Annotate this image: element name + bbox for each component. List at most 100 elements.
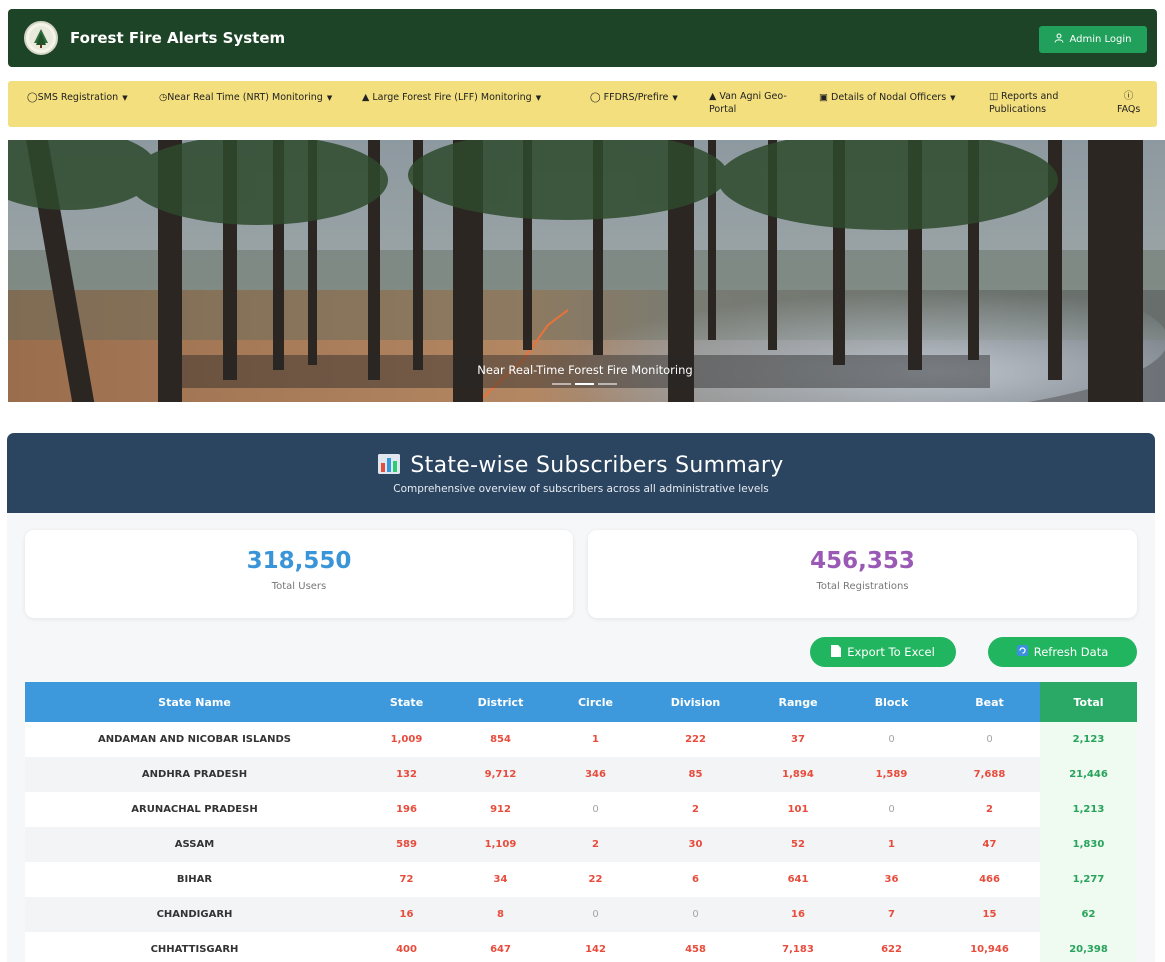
count-cell: 15 (939, 897, 1040, 932)
count-cell: 47 (939, 827, 1040, 862)
count-cell: 2 (939, 792, 1040, 827)
nav-van-agni-geo-portal[interactable]: ▲ Van Agni Geo- Portal (709, 90, 787, 116)
carousel-dot-active[interactable] (575, 383, 594, 385)
count-cell: 9,712 (449, 757, 552, 792)
count-cell: 2 (639, 792, 752, 827)
column-header[interactable]: Circle (552, 682, 639, 722)
count-cell: 22 (552, 862, 639, 897)
question-icon: ⓘ (1123, 91, 1134, 102)
count-cell: 589 (364, 827, 449, 862)
state-name-cell: ANDHRA PRADESH (25, 757, 364, 792)
total-cell: 21,446 (1040, 757, 1137, 792)
count-cell: 222 (639, 722, 752, 757)
shield-icon: ◯ (590, 92, 601, 103)
count-cell: 1,009 (364, 722, 449, 757)
total-cell: 1,830 (1040, 827, 1137, 862)
document-icon (831, 644, 842, 660)
chevron-down-icon: ▼ (950, 94, 956, 102)
admin-login-button[interactable]: Admin Login (1039, 26, 1147, 53)
count-cell: 7,688 (939, 757, 1040, 792)
count-cell: 85 (639, 757, 752, 792)
chevron-down-icon: ▼ (326, 94, 333, 102)
count-cell: 0 (552, 792, 639, 827)
total-cell: 20,398 (1040, 932, 1137, 962)
count-cell: 0 (844, 722, 939, 757)
total-cell: 1,213 (1040, 792, 1137, 827)
column-header[interactable]: District (449, 682, 552, 722)
table-row: ANDAMAN AND NICOBAR ISLANDS 1,009 854 1 222 3… (25, 722, 1137, 757)
app-title: Forest Fire Alerts System (70, 29, 286, 47)
nav-sms-registration[interactable]: ◯SMS Registration ▼ (27, 91, 128, 105)
table-row: ARUNACHAL PRADESH 196 912 0 2 101 0 2 1,213 (25, 792, 1137, 827)
logo[interactable] (24, 21, 58, 55)
count-cell: 7,183 (752, 932, 844, 962)
document-icon: ◫ (989, 91, 998, 102)
nav-reports-publications[interactable]: ◫ Reports and Publications (989, 90, 1058, 116)
fire-icon: ▲ (709, 91, 717, 102)
carousel-dot[interactable] (552, 383, 571, 385)
nav-nodal-officers[interactable]: ▣ Details of Nodal Officers ▼ (819, 91, 956, 105)
nav-lff-monitoring[interactable]: ▲ Large Forest Fire (LFF) Monitoring ▼ (362, 91, 541, 105)
column-header[interactable]: State Name (25, 682, 364, 722)
chat-icon: ◯ (27, 92, 38, 103)
nav-ffdrs-prefire[interactable]: ◯ FFDRS/Prefire ▼ (590, 91, 678, 105)
carousel-indicators (552, 383, 617, 385)
column-header[interactable]: Range (752, 682, 844, 722)
summary-subtitle: Comprehensive overview of subscribers ac… (393, 483, 769, 495)
column-header[interactable]: State (364, 682, 449, 722)
column-header[interactable]: Block (844, 682, 939, 722)
carousel-dot[interactable] (598, 383, 617, 385)
chevron-down-icon: ▼ (672, 94, 678, 102)
count-cell: 132 (364, 757, 449, 792)
count-cell: 72 (364, 862, 449, 897)
count-cell: 0 (639, 897, 752, 932)
table-body: ANDAMAN AND NICOBAR ISLANDS 1,009 854 1 222 3… (25, 722, 1137, 962)
bar-chart-icon (378, 454, 401, 474)
column-header[interactable]: Division (639, 682, 752, 722)
state-name-cell: CHANDIGARH (25, 897, 364, 932)
count-cell: 458 (639, 932, 752, 962)
total-users-card: 318,550 Total Users (25, 530, 573, 618)
count-cell: 1 (844, 827, 939, 862)
table-row: BIHAR 72 34 22 6 641 36 466 1,277 (25, 862, 1137, 897)
total-cell: 2,123 (1040, 722, 1137, 757)
chevron-down-icon: ▼ (535, 94, 542, 102)
count-cell: 6 (639, 862, 752, 897)
state-name-cell: ARUNACHAL PRADESH (25, 792, 364, 827)
count-cell: 16 (752, 897, 844, 932)
hero-carousel[interactable]: Near Real-Time Forest Fire Monitoring (8, 140, 1165, 402)
user-icon (1054, 33, 1064, 46)
admin-login-label: Admin Login (1069, 34, 1132, 45)
column-header[interactable]: Beat (939, 682, 1040, 722)
id-card-icon: ▣ (819, 92, 828, 103)
subscribers-summary-panel: State-wise Subscribers Summary Comprehen… (7, 433, 1155, 962)
table-header-row: State Name State District Circle Divisio… (25, 682, 1137, 722)
state-name-cell: BIHAR (25, 862, 364, 897)
count-cell: 37 (752, 722, 844, 757)
total-registrations-value: 456,353 (810, 548, 915, 574)
nav-faqs[interactable]: ⓘ FAQs (1117, 90, 1140, 116)
state-name-cell: ANDAMAN AND NICOBAR ISLANDS (25, 722, 364, 757)
count-cell: 34 (449, 862, 552, 897)
count-cell: 10,946 (939, 932, 1040, 962)
count-cell: 466 (939, 862, 1040, 897)
total-registrations-label: Total Registrations (816, 581, 909, 592)
total-users-value: 318,550 (246, 548, 352, 574)
count-cell: 52 (752, 827, 844, 862)
table-row: CHANDIGARH 16 8 0 0 16 7 15 62 (25, 897, 1137, 932)
state-name-cell: CHHATTISGARH (25, 932, 364, 962)
count-cell: 400 (364, 932, 449, 962)
count-cell: 647 (449, 932, 552, 962)
count-cell: 1 (552, 722, 639, 757)
count-cell: 912 (449, 792, 552, 827)
total-cell: 1,277 (1040, 862, 1137, 897)
count-cell: 7 (844, 897, 939, 932)
export-to-excel-button[interactable]: Export To Excel (810, 637, 956, 667)
count-cell: 1,589 (844, 757, 939, 792)
count-cell: 622 (844, 932, 939, 962)
column-header-total[interactable]: Total (1040, 682, 1137, 722)
nav-nrt-monitoring[interactable]: ◷Near Real Time (NRT) Monitoring ▼ (159, 91, 332, 105)
app-header: Forest Fire Alerts System Admin Login (8, 9, 1157, 67)
refresh-data-button[interactable]: Refresh Data (988, 637, 1137, 667)
count-cell: 346 (552, 757, 639, 792)
